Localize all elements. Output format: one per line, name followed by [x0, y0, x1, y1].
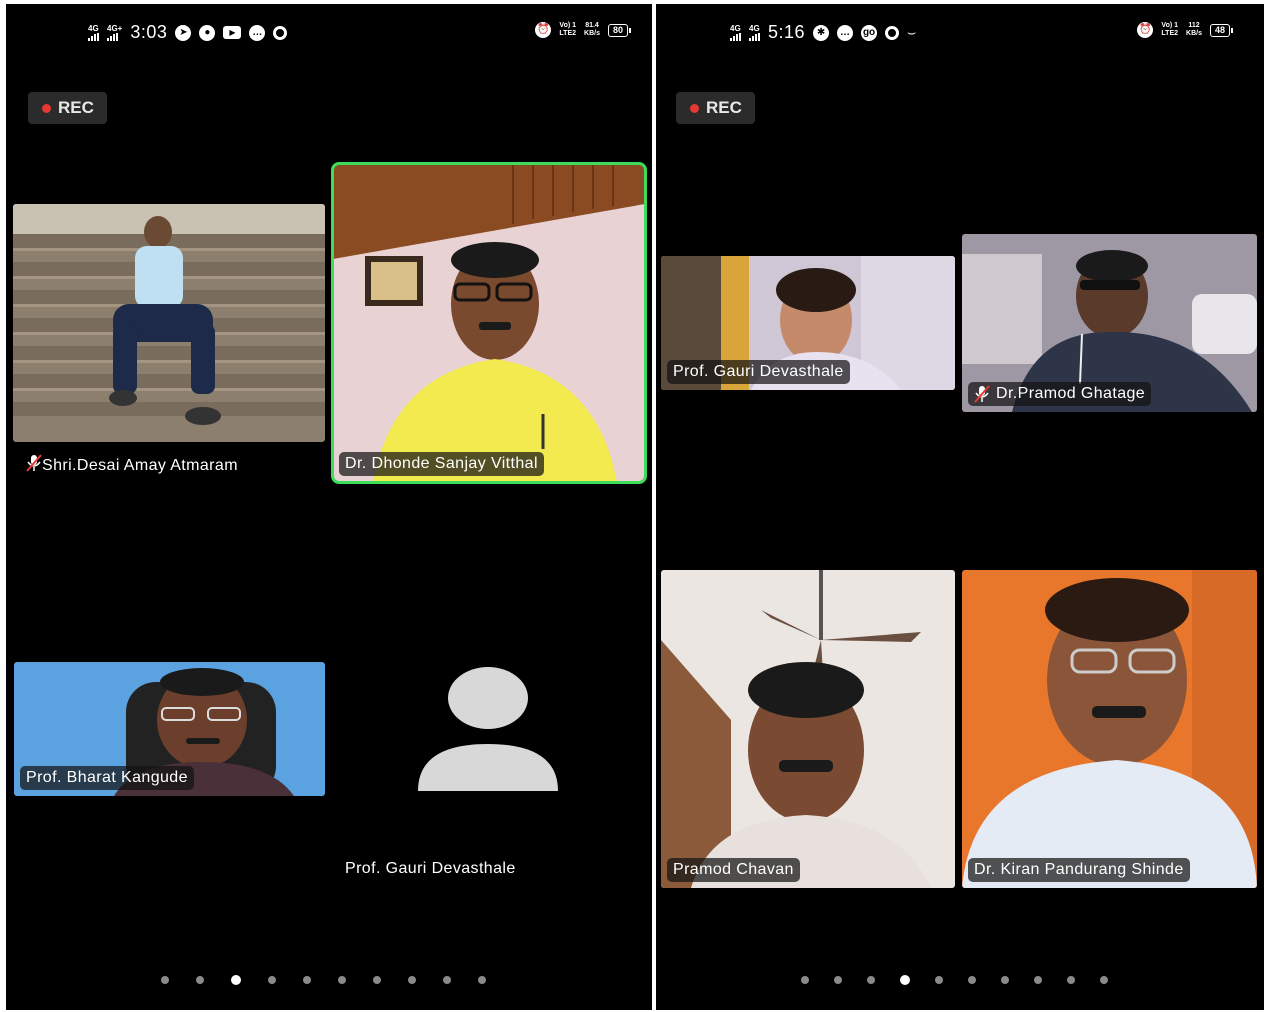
page-indicator[interactable] — [801, 975, 1108, 985]
page-dot[interactable] — [935, 976, 943, 984]
record-dot-icon — [42, 103, 51, 113]
participant-video-tile[interactable]: Dr. Kiran Pandurang Shinde — [962, 570, 1257, 888]
volte-indicator: Vo) 1 LTE2 — [559, 22, 577, 37]
signal-icon: 4G — [730, 24, 741, 41]
participant-name: Pramod Chavan — [673, 861, 794, 878]
participant-name-label: Prof. Bharat Kangude — [20, 766, 194, 790]
page-dot[interactable] — [268, 976, 276, 984]
opera-icon — [273, 25, 288, 40]
participant-video-tile[interactable]: Pramod Chavan — [661, 570, 955, 888]
chrome-icon: ● — [199, 24, 216, 41]
recording-indicator: REC — [28, 92, 107, 124]
participant-name-label: Dr. Kiran Pandurang Shinde — [968, 858, 1190, 882]
participant-name: Prof. Gauri Devasthale — [345, 860, 516, 877]
rec-label: REC — [58, 98, 94, 117]
page-dot[interactable] — [408, 976, 416, 984]
recording-indicator: REC — [676, 92, 755, 124]
participant-name-label: Pramod Chavan — [667, 858, 800, 882]
battery-icon: 48 — [1209, 23, 1234, 37]
page-dot[interactable] — [373, 976, 381, 984]
participant-video — [333, 164, 645, 482]
amazon-icon: ⌣ — [907, 24, 917, 40]
participant-name: Dr.Pramod Ghatage — [996, 385, 1146, 402]
page-dot[interactable] — [867, 976, 875, 984]
page-dot[interactable] — [801, 976, 809, 984]
participant-video — [13, 204, 325, 442]
participant-name-label: Prof. Gauri Devasthale — [345, 860, 516, 878]
status-time: 5:16 — [768, 22, 806, 42]
left-phone-screen: 4G 4G+ 3:03 ➤ ● ▶ … ⏰ Vo) 1 LTE2 81.4 KB/s… — [6, 4, 652, 1010]
participant-video — [661, 570, 955, 888]
participant-name: Dr. Dhonde Sanjay Vitthal — [345, 455, 538, 472]
status-bar: 4G 4G+ 3:03 ➤ ● ▶ … ⏰ Vo) 1 LTE2 81.4 KB/s… — [88, 22, 632, 48]
participant-video-tile[interactable]: Prof. Gauri Devasthale — [661, 256, 955, 390]
avatar-placeholder[interactable] — [416, 666, 560, 794]
participant-name: Prof. Gauri Devasthale — [673, 363, 844, 380]
participant-name-label: Prof. Gauri Devasthale — [667, 360, 850, 384]
right-phone-screen: 4G 4G 5:16 ✱ … go ⌣ ⏰ Vo) 1 LTE2 112 KB/s … — [656, 4, 1264, 1010]
signal-icon: 4G — [88, 24, 99, 41]
go-app-icon: go — [861, 24, 878, 41]
status-bar: 4G 4G 5:16 ✱ … go ⌣ ⏰ Vo) 1 LTE2 112 KB/s … — [730, 22, 1234, 48]
volte-indicator: Vo) 1 LTE2 — [1161, 22, 1179, 37]
participant-video-tile[interactable] — [13, 204, 325, 442]
chat-bubble-icon: … — [249, 24, 266, 41]
status-time: 3:03 — [130, 22, 168, 42]
participant-name-label: Dr. Dhonde Sanjay Vitthal — [339, 452, 544, 476]
participant-video — [962, 570, 1257, 888]
muted-mic-icon — [26, 454, 42, 477]
participant-name: Dr. Kiran Pandurang Shinde — [974, 861, 1184, 878]
alarm-icon: ⏰ — [535, 22, 552, 38]
participant-video-tile[interactable]: Prof. Bharat Kangude — [14, 662, 325, 796]
page-dot[interactable] — [1034, 976, 1042, 984]
participant-name: Shri.Desai Amay Atmaram — [42, 456, 238, 474]
settings-wheel-icon: ✱ — [813, 24, 830, 41]
page-dot[interactable] — [161, 976, 169, 984]
muted-mic-icon — [974, 385, 990, 403]
page-dot[interactable] — [303, 976, 311, 984]
chat-bubble-icon: … — [837, 24, 854, 41]
participant-name-label: Shri.Desai Amay Atmaram — [26, 454, 238, 477]
participant-name: Prof. Bharat Kangude — [26, 769, 188, 786]
page-dot[interactable] — [1067, 976, 1075, 984]
rec-label: REC — [706, 98, 742, 117]
net-speed: 112 KB/s — [1186, 22, 1202, 37]
page-dot[interactable] — [196, 976, 204, 984]
person-avatar-icon — [418, 667, 558, 791]
opera-icon — [885, 25, 900, 40]
participant-video-tile[interactable]: Dr.Pramod Ghatage — [962, 234, 1257, 412]
page-dot[interactable] — [478, 976, 486, 984]
page-indicator[interactable] — [161, 975, 486, 985]
net-speed: 81.4 KB/s — [584, 22, 600, 37]
page-dot[interactable] — [968, 976, 976, 984]
alarm-icon: ⏰ — [1137, 22, 1154, 38]
page-dot[interactable] — [1100, 976, 1108, 984]
battery-icon: 80 — [607, 23, 632, 37]
page-dot[interactable] — [231, 975, 241, 985]
signal-icon: 4G+ — [107, 24, 122, 41]
page-dot[interactable] — [1001, 976, 1009, 984]
participant-video-tile-active[interactable]: Dr. Dhonde Sanjay Vitthal — [331, 162, 647, 484]
telegram-icon: ➤ — [175, 24, 192, 41]
page-dot[interactable] — [443, 976, 451, 984]
page-dot[interactable] — [338, 976, 346, 984]
participant-name-label: Dr.Pramod Ghatage — [968, 382, 1152, 406]
signal-icon: 4G — [749, 24, 760, 41]
record-dot-icon — [690, 103, 699, 113]
page-dot[interactable] — [900, 975, 910, 985]
page-dot[interactable] — [834, 976, 842, 984]
youtube-icon: ▶ — [223, 26, 242, 39]
